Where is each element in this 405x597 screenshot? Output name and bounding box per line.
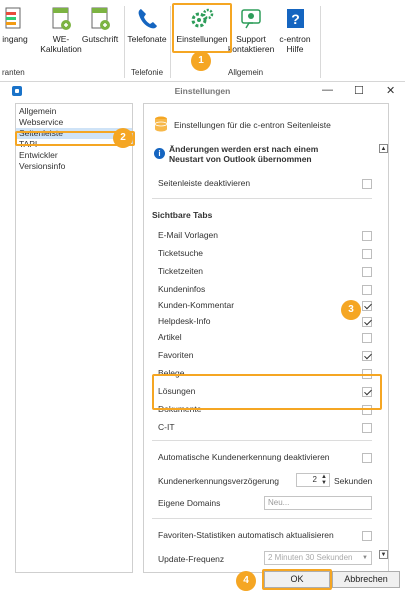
update-frequency-select[interactable]: 2 Minuten 30 Sekunden ▼ [264, 551, 372, 565]
tab-label: E-Mail Vorlagen [158, 230, 219, 240]
nav-item-webservice[interactable]: Webservice [16, 117, 132, 128]
support-label-2: kontaktieren [228, 44, 275, 54]
visible-tabs-heading: Sichtbare Tabs [152, 210, 213, 220]
nav-item-versionsinfo[interactable]: Versionsinfo [16, 161, 132, 172]
telefonate-button[interactable]: Telefonate [126, 6, 168, 44]
ribbon: ingang WE- Kalkulation Gutschrift Telefo… [0, 0, 405, 82]
tab-label: C-IT [158, 422, 175, 432]
update-frequency-value: 2 Minuten 30 Sekunden [268, 553, 353, 562]
calculation-document-icon [48, 6, 74, 32]
tab-label: Kundeninfos [158, 284, 206, 294]
settings-dialog: Einstellungen — ☐ ✕ Allgemein Webservice… [0, 82, 405, 597]
nav-item-entwickler[interactable]: Entwickler [16, 150, 132, 161]
cancel-button[interactable]: Abbrechen [332, 571, 400, 588]
close-button[interactable]: ✕ [386, 84, 395, 97]
group-label-allgemein: Allgemein [228, 68, 264, 77]
help-icon: ? [282, 6, 308, 32]
divider [152, 518, 372, 519]
step-badge-4: 4 [236, 571, 256, 591]
tab-label: Kunden-Kommentar [158, 300, 235, 310]
divider [152, 440, 372, 441]
scroll-up-icon[interactable]: ▲ [379, 144, 388, 153]
phone-icon [134, 6, 160, 32]
hilfe-label-1: c-entron [279, 34, 311, 44]
deactivate-sidebar-checkbox[interactable] [362, 179, 372, 189]
group-label-varianten: ranten [2, 68, 25, 77]
hilfe-label-2: Hilfe [286, 44, 304, 54]
delay-value: 2 [312, 475, 317, 484]
step-badge-2: 2 [113, 128, 133, 148]
settings-nav: Allgemein Webservice Seitenleiste TAPI E… [15, 103, 133, 573]
tab-checkbox[interactable] [362, 285, 372, 295]
update-frequency-label: Update-Frequenz [158, 554, 225, 564]
tab-checkbox[interactable] [362, 301, 372, 311]
favorites-stats-checkbox[interactable] [362, 531, 372, 541]
tabs-highlight [152, 374, 382, 410]
tab-label: Favoriten [158, 350, 194, 360]
database-icon [154, 116, 168, 132]
settings-content: Einstellungen für die c-entron Seitenlei… [143, 103, 389, 573]
ribbon-separator [320, 6, 321, 78]
delay-unit: Sekunden [334, 476, 373, 486]
document-icon [2, 6, 28, 32]
tab-checkbox[interactable] [362, 423, 372, 433]
minimize-button[interactable]: — [322, 84, 333, 96]
step-badge-3: 3 [341, 300, 361, 320]
svg-text:?: ? [291, 11, 300, 27]
support-button[interactable]: Support kontaktieren [228, 6, 274, 54]
eingang-label: ingang [2, 34, 28, 44]
title-bar: Einstellungen — ☐ ✕ [0, 82, 405, 100]
domains-input[interactable]: Neu... [264, 496, 372, 510]
group-label-telefonie: Telefonie [131, 68, 164, 77]
telefonate-label: Telefonate [127, 34, 167, 44]
eingang-button[interactable]: ingang [0, 6, 30, 44]
ribbon-separator [124, 6, 125, 78]
credit-note-icon [87, 6, 113, 32]
chevron-down-icon: ▼ [362, 555, 368, 561]
content-scrollbar[interactable]: ▲ ▼ [379, 104, 388, 572]
tab-checkbox[interactable] [362, 249, 372, 259]
step-badge-1: 1 [191, 51, 211, 71]
ok-highlight [262, 569, 332, 590]
scroll-down-icon[interactable]: ▼ [379, 550, 388, 559]
tab-label: Ticketsuche [158, 248, 204, 258]
tab-label: Artikel [158, 332, 182, 342]
divider [152, 198, 372, 199]
gutschrift-label: Gutschrift [81, 34, 119, 44]
info-icon: i [154, 148, 165, 159]
tab-label: Helpdesk-Info [158, 316, 211, 326]
support-chat-icon [238, 6, 264, 32]
domains-label: Eigene Domains [158, 498, 221, 508]
ribbon-separator [170, 6, 171, 78]
favorites-stats-label: Favoriten-Statistiken automatisch aktual… [158, 530, 334, 540]
einstellungen-highlight [172, 3, 232, 53]
stepper-arrows-icon[interactable]: ▲ ▼ [321, 474, 327, 486]
tab-label: Ticketzeiten [158, 266, 204, 276]
restart-notice: Änderungen werden erst nach einem Neusta… [169, 144, 319, 164]
dialog-title: Einstellungen [174, 86, 231, 96]
gutschrift-button[interactable]: Gutschrift [80, 6, 120, 44]
maximize-button[interactable]: ☐ [354, 84, 364, 97]
tab-checkbox[interactable] [362, 231, 372, 241]
tab-checkbox[interactable] [362, 351, 372, 361]
nav-item-allgemein[interactable]: Allgemein [16, 106, 132, 117]
content-header: Einstellungen für die c-entron Seitenlei… [174, 120, 331, 130]
hilfe-button[interactable]: ? c-entron Hilfe [276, 6, 314, 54]
auto-recognition-checkbox[interactable] [362, 453, 372, 463]
tab-checkbox[interactable] [362, 267, 372, 277]
tab-checkbox[interactable] [362, 333, 372, 343]
support-label-1: Support [236, 34, 266, 44]
auto-recognition-label: Automatische Kundenerkennung deaktiviere… [158, 452, 330, 462]
tab-checkbox[interactable] [362, 317, 372, 327]
we-kalkulation-label-2: Kalkulation [40, 44, 82, 54]
domains-placeholder: Neu... [268, 498, 290, 507]
delay-label: Kundenerkennungsverzögerung [158, 476, 279, 486]
deactivate-sidebar-label: Seitenleiste deaktivieren [158, 178, 251, 188]
